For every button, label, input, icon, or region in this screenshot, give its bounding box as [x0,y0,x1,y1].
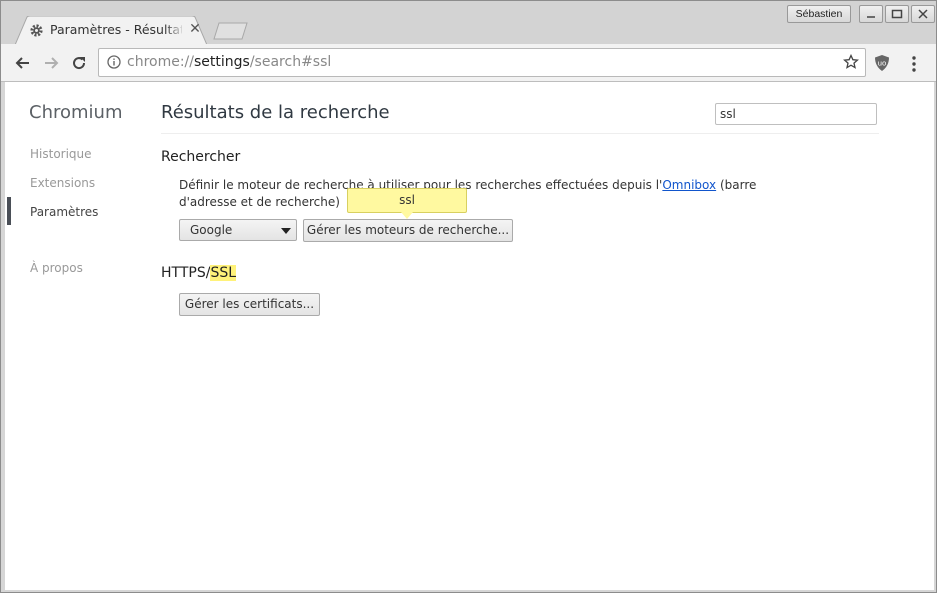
profile-button[interactable]: Sébastien [787,5,851,23]
search-match-bubble: ssl [347,188,467,213]
https-title-match: SSL [210,265,237,281]
ublock-shield-icon[interactable]: uo [873,54,891,72]
gear-icon [30,24,43,37]
sidebar-item-settings[interactable]: Paramètres [30,205,98,219]
svg-text:uo: uo [878,60,887,68]
url-text[interactable]: chrome://settings/search#ssl [127,54,331,70]
https-title-prefix: HTTPS/ [161,265,211,281]
divider [161,133,879,134]
settings-search-input[interactable] [715,103,877,125]
address-bar[interactable]: chrome://settings/search#ssl [98,48,866,77]
minimize-button[interactable] [859,5,883,23]
menu-dots-icon[interactable] [906,55,922,73]
back-arrow-icon[interactable] [13,53,33,73]
manage-certificates-button[interactable]: Gérer les certificats... [179,293,320,316]
search-description: Définir le moteur de recherche à utilise… [179,177,779,211]
tab-strip: Paramètres - Résultats ✕ Sébastien [1,1,936,45]
url-path: /search#ssl [249,54,332,70]
close-window-icon [918,9,928,19]
new-tab-button[interactable] [213,22,249,40]
toolbar: chrome://settings/search#ssl uo [1,44,936,82]
search-engine-selected: Google [190,223,233,237]
sidebar-item-about[interactable]: À propos [30,261,83,275]
brand-title: Chromium [29,102,123,123]
https-section-title: HTTPS/SSL [161,265,237,281]
bookmark-star-icon[interactable] [843,54,859,70]
reload-icon[interactable] [69,53,89,73]
url-host: settings [194,54,250,70]
forward-arrow-icon[interactable] [41,53,61,73]
settings-page: Chromium Historique Extensions Paramètre… [5,82,934,590]
maximize-button[interactable] [885,5,909,23]
tab-title-fade [165,20,185,40]
maximize-icon [891,9,903,19]
omnibox-link[interactable]: Omnibox [662,178,716,192]
sidebar-item-extensions[interactable]: Extensions [30,176,95,190]
info-icon[interactable] [107,55,121,69]
browser-window: Paramètres - Résultats ✕ Sébastien chrom… [0,0,937,593]
sidebar-item-history[interactable]: Historique [30,147,92,161]
page-title: Résultats de la recherche [161,102,390,123]
manage-search-engines-button[interactable]: Gérer les moteurs de recherche... [303,219,513,242]
search-match-bubble-tail [401,212,413,219]
url-scheme: chrome:// [127,54,194,70]
tab-settings[interactable]: Paramètres - Résultats ✕ [15,16,207,45]
close-window-button[interactable] [911,5,935,23]
search-section-title: Rechercher [161,149,241,165]
close-tab-icon[interactable]: ✕ [187,21,203,37]
active-nav-indicator [7,197,11,225]
tab-title: Paramètres - Résultats [50,22,182,37]
dropdown-arrow-icon [281,228,291,234]
minimize-icon [867,16,875,18]
search-engine-select[interactable]: Google [179,219,297,241]
